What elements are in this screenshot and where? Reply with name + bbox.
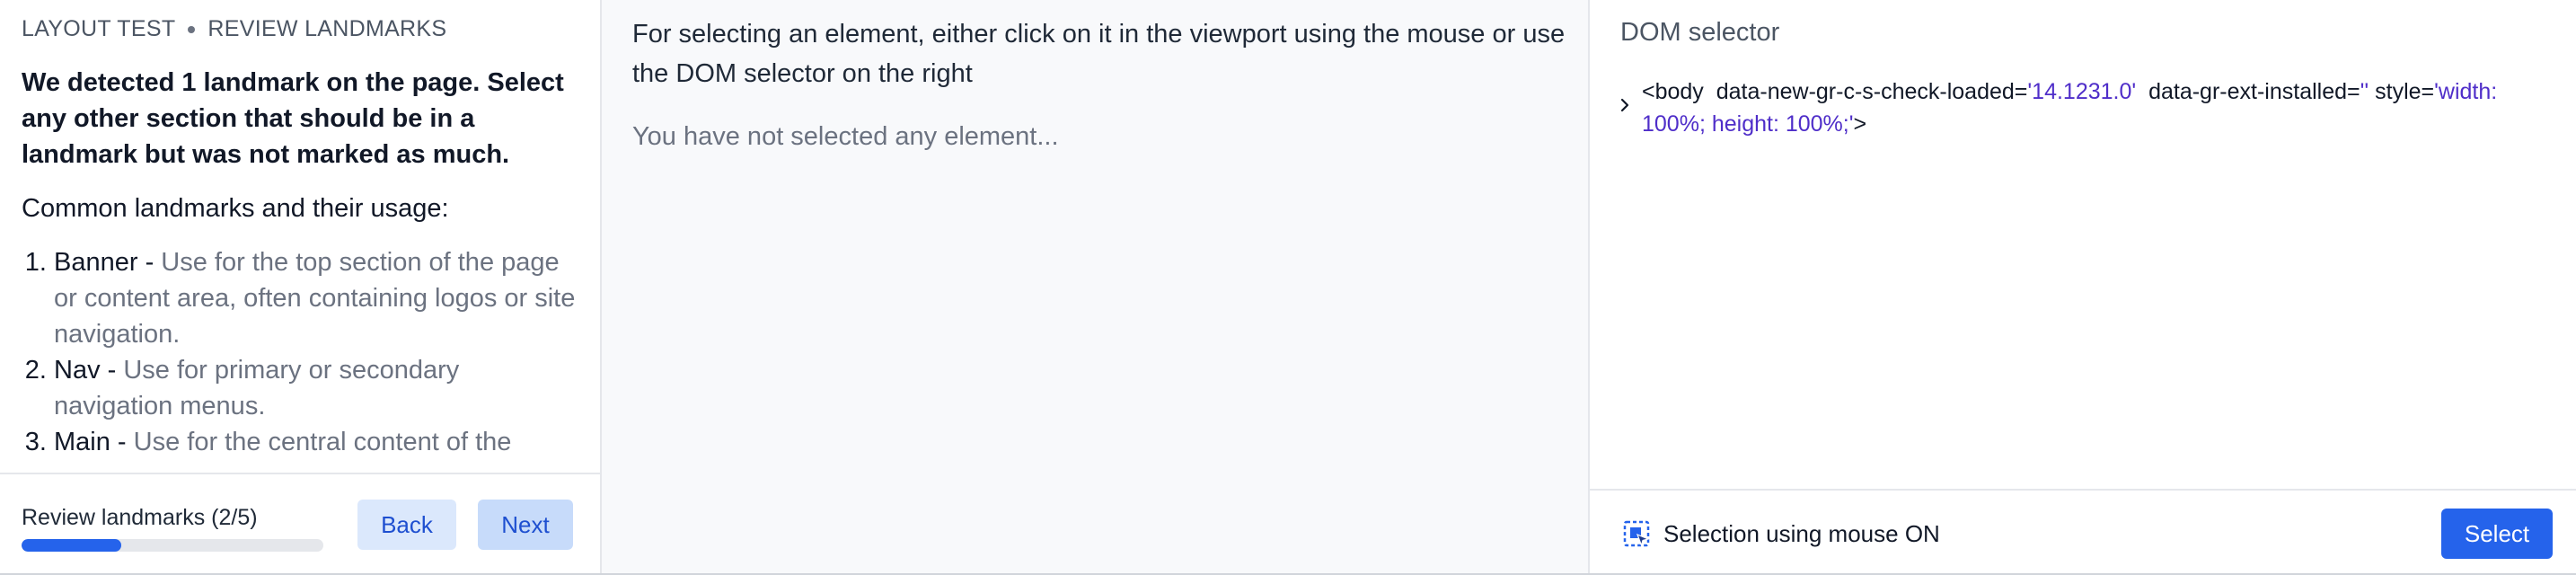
landmark-name: Banner - bbox=[54, 248, 162, 277]
viewport-panel[interactable]: For selecting an element, either click o… bbox=[602, 0, 1590, 573]
landmark-name: Main - bbox=[54, 428, 134, 456]
dom-attr-name: style= bbox=[2375, 79, 2435, 104]
dom-tag-close: > bbox=[1853, 111, 1867, 137]
dom-attr-name: data-gr-ext-installed= bbox=[2148, 79, 2360, 104]
landmark-list: Banner - Use for the top section of the … bbox=[22, 244, 578, 460]
mouse-selection-status: Selection using mouse ON bbox=[1663, 520, 1940, 547]
chevron-right-icon[interactable] bbox=[1617, 97, 1633, 113]
select-button[interactable]: Select bbox=[2441, 509, 2553, 559]
dom-tree-node-body[interactable]: <body data-new-gr-c-s-check-loaded='14.1… bbox=[1620, 75, 2540, 140]
progress-bar-fill bbox=[22, 539, 121, 552]
breadcrumb: LAYOUT TEST REVIEW LANDMARKS bbox=[22, 16, 446, 42]
viewport-instruction: For selecting an element, either click o… bbox=[632, 20, 1566, 88]
selection-empty-state: You have not selected any element... bbox=[632, 122, 1059, 151]
landmark-description: Use for the central content of the bbox=[133, 428, 512, 456]
progress-bar bbox=[22, 539, 323, 552]
landmark-item-main: Main - Use for the central content of th… bbox=[54, 424, 578, 460]
instructions-panel: LAYOUT TEST REVIEW LANDMARKS We detected… bbox=[0, 0, 602, 573]
selection-cursor-icon bbox=[1623, 520, 1650, 547]
dom-attr-value: '' bbox=[2360, 79, 2369, 104]
breadcrumb-step: REVIEW LANDMARKS bbox=[207, 16, 447, 41]
dom-selector-panel: DOM selector <body data-new-gr-c-s-check… bbox=[1590, 0, 2576, 573]
landmark-name: Nav - bbox=[54, 356, 124, 385]
step-footer: Review landmarks (2/5) Back Next bbox=[0, 473, 600, 573]
instructions-subhead: Common landmarks and their usage: bbox=[22, 194, 449, 223]
dom-attr-value: '14.1231.0' bbox=[2027, 79, 2137, 104]
landmark-item-nav: Nav - Use for primary or secondary navig… bbox=[54, 352, 578, 424]
selection-footer: Selection using mouse ON Select bbox=[1590, 489, 2576, 573]
dom-tag-open: <body bbox=[1642, 79, 1704, 104]
back-button[interactable]: Back bbox=[357, 500, 456, 550]
breadcrumb-separator-dot bbox=[188, 25, 196, 33]
breadcrumb-section: LAYOUT TEST bbox=[22, 16, 176, 41]
instructions-headline: We detected 1 landmark on the page. Sele… bbox=[22, 68, 564, 169]
instructions-scroll-area[interactable]: We detected 1 landmark on the page. Sele… bbox=[22, 65, 578, 469]
dom-attr-name: data-new-gr-c-s-check-loaded= bbox=[1716, 79, 2028, 104]
landmark-item-banner: Banner - Use for the top section of the … bbox=[54, 244, 578, 352]
next-button[interactable]: Next bbox=[478, 500, 573, 550]
dom-selector-title: DOM selector bbox=[1620, 18, 1780, 47]
progress-label: Review landmarks (2/5) bbox=[22, 505, 258, 530]
